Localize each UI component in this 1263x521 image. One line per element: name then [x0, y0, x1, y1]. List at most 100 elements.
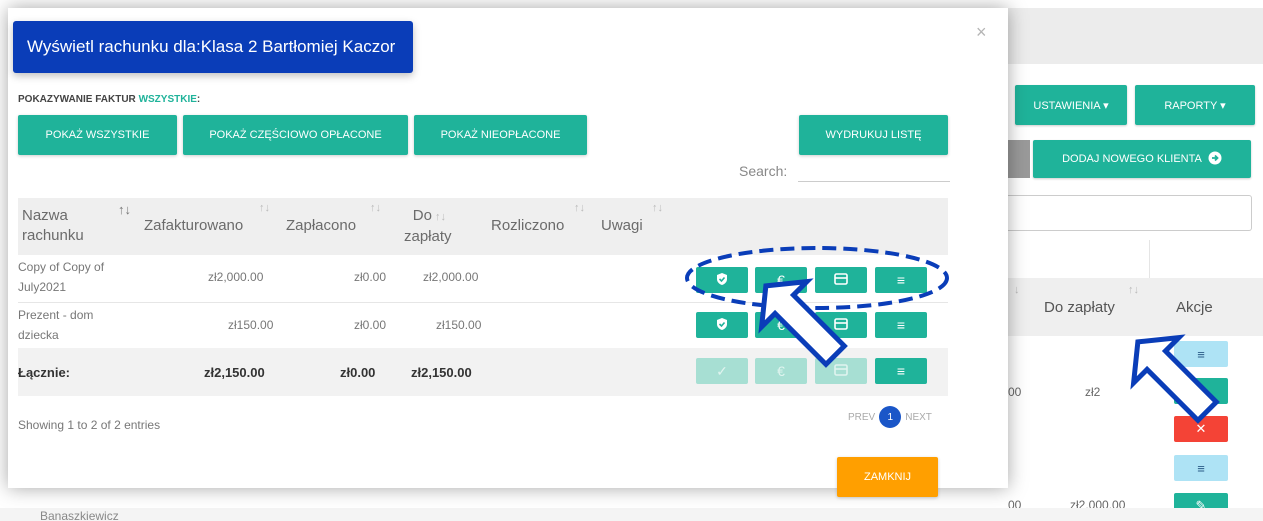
background-header — [1008, 8, 1263, 64]
filter-suffix: : — [196, 94, 201, 105]
card-button[interactable] — [815, 267, 867, 293]
bg-edit-button[interactable]: ✎ — [1174, 378, 1228, 404]
prev-link[interactable]: PREV — [848, 412, 875, 423]
settle-button-disabled: ✓ — [696, 358, 748, 384]
totals-label: Łącznie: — [18, 365, 71, 380]
background-tab[interactable] — [1008, 240, 1150, 278]
bg-list-button[interactable]: ≡ — [1174, 341, 1228, 367]
table-row: Copy of Copy of July2021 zł2,000.00 zł0.… — [18, 255, 948, 302]
totals-invoiced: zł2,150.00 — [204, 365, 265, 380]
ustawienia-dropdown[interactable]: USTAWIENIA ▾ — [1015, 85, 1127, 125]
background-search-input[interactable] — [1008, 195, 1252, 231]
background-row1-partial: 00 — [1008, 385, 1022, 399]
show-partial-label: POKAŻ CZĘŚCIOWO OPŁACONE — [209, 129, 382, 141]
shield-check-icon — [715, 317, 729, 334]
page-1[interactable]: 1 — [879, 406, 902, 428]
totals-paid: zł0.00 — [340, 365, 376, 380]
pagination: PREV 1 NEXT — [848, 406, 932, 428]
euro-icon: € — [777, 363, 785, 379]
settle-button[interactable] — [696, 267, 748, 293]
show-all-button[interactable]: POKAŻ WSZYSTKIE — [18, 115, 177, 155]
close-icon[interactable]: × — [976, 22, 987, 43]
ustawienia-label: USTAWIENIA ▾ — [1033, 99, 1109, 112]
show-unpaid-button[interactable]: POKAŻ NIEOPŁACONE — [414, 115, 587, 155]
list-icon: ≡ — [1197, 460, 1205, 476]
row-due: zł150.00 — [436, 318, 482, 332]
table-header: Nazwa rachunku ↑↓ Zafakturowano ↑↓ Zapła… — [18, 198, 948, 255]
filter-value: WSZYSTKIE — [138, 94, 197, 105]
col-invoiced[interactable]: Zafakturowano — [144, 216, 243, 236]
search-label: Search: — [739, 163, 788, 179]
euro-icon: € — [777, 317, 785, 333]
card-icon — [834, 363, 848, 379]
row-invoiced: zł150.00 — [228, 318, 274, 332]
list-icon: ≡ — [896, 363, 906, 379]
filter-prefix: POKAZYWANIE FAKTUR — [18, 94, 139, 105]
list-icon: ≡ — [896, 317, 906, 333]
list-button[interactable]: ≡ — [875, 267, 927, 293]
col-due-l2: zapłaty — [404, 228, 452, 245]
list-button[interactable]: ≡ — [875, 312, 927, 338]
row-paid: zł0.00 — [354, 318, 387, 332]
search-input[interactable] — [798, 181, 950, 182]
col-paid[interactable]: Zapłacono — [286, 216, 356, 236]
euro-icon: € — [777, 272, 785, 288]
close-icon: ✕ — [1195, 421, 1207, 436]
arrow-right-circle-icon — [1208, 151, 1222, 168]
invoice-modal: Wyświetl rachunku dla:Klasa 2 Bartłomiej… — [8, 8, 1008, 497]
close-button-label: ZAMKNIJ — [863, 471, 912, 483]
close-button[interactable]: ZAMKNIJ — [837, 457, 938, 497]
filter-label: POKAZYWANIE FAKTUR WSZYSTKIE: — [18, 94, 200, 105]
background-col-actions: Akcje — [1176, 298, 1213, 316]
background-col-due: Do zapłaty — [1044, 298, 1115, 316]
pay-button[interactable]: € — [755, 267, 807, 293]
show-partial-button[interactable]: POKAŻ CZĘŚCIOWO OPŁACONE — [183, 115, 408, 155]
next-link[interactable]: NEXT — [905, 412, 932, 423]
row-name-l1: Copy of Copy of — [18, 260, 105, 274]
row-due: zł2,000.00 — [423, 270, 479, 284]
col-name-l1: Nazwa — [22, 207, 68, 224]
table-row: Prezent - dom dziecka zł150.00 zł0.00 zł… — [18, 302, 948, 348]
row-paid: zł0.00 — [354, 270, 387, 284]
col-name[interactable]: Nazwa rachunku — [22, 206, 84, 246]
pencil-icon: ✎ — [1195, 383, 1207, 398]
card-icon — [834, 272, 848, 288]
add-client-button[interactable]: DODAJ NOWEGO KLIENTA — [1033, 140, 1251, 178]
pay-button-disabled: € — [755, 358, 807, 384]
sort-icon: ↑↓ — [259, 202, 270, 214]
settle-button[interactable] — [696, 312, 748, 338]
row-invoiced: zł2,000.00 — [208, 270, 264, 284]
col-due-l1: Do — [412, 207, 432, 224]
raporty-dropdown[interactable]: RAPORTY ▾ — [1135, 85, 1255, 125]
sort-icon: ↑↓ — [652, 202, 663, 214]
bg-list-button-2[interactable]: ≡ — [1174, 455, 1228, 481]
list-button[interactable]: ≡ — [875, 358, 927, 384]
list-icon: ≡ — [896, 272, 906, 288]
entries-info: Showing 1 to 2 of 2 entries — [18, 418, 161, 432]
background-bottom-strip: Banaszkiewicz — [0, 508, 1263, 521]
shield-check-icon: ✓ — [716, 362, 728, 379]
card-button[interactable] — [815, 312, 867, 338]
row-name: Copy of Copy of July2021 — [18, 257, 104, 297]
background-table-header: ↓ Do zapłaty ↑↓ Akcje — [1008, 278, 1263, 336]
background-gray-button[interactable] — [1008, 140, 1030, 178]
col-notes[interactable]: Uwagi — [601, 216, 643, 236]
col-settled[interactable]: Rozliczono — [491, 216, 564, 236]
col-name-l2: rachunku — [22, 227, 84, 244]
show-unpaid-label: POKAŻ NIEOPŁACONE — [440, 129, 561, 141]
bg-delete-button[interactable]: ✕ — [1174, 416, 1228, 442]
shield-check-icon — [715, 272, 729, 289]
add-client-label: DODAJ NOWEGO KLIENTA — [1062, 153, 1202, 165]
col-due[interactable]: Do ↑↓ — [406, 206, 446, 227]
show-all-label: POKAŻ WSZYSTKIE — [45, 129, 150, 141]
raporty-label: RAPORTY ▾ — [1164, 99, 1226, 112]
sort-asc-icon: ↑↓ — [118, 202, 131, 217]
card-icon — [834, 317, 848, 333]
sort-icon: ↑↓ — [370, 202, 381, 214]
pay-button[interactable]: € — [755, 312, 807, 338]
print-list-button[interactable]: WYDRUKUJ LISTĘ — [799, 115, 948, 155]
print-list-label: WYDRUKUJ LISTĘ — [825, 129, 922, 141]
totals-row: Łącznie: zł2,150.00 zł0.00 zł2,150.00 ✓ … — [18, 348, 948, 396]
list-icon: ≡ — [1197, 346, 1205, 362]
row-name-l1: Prezent - dom — [18, 308, 94, 322]
